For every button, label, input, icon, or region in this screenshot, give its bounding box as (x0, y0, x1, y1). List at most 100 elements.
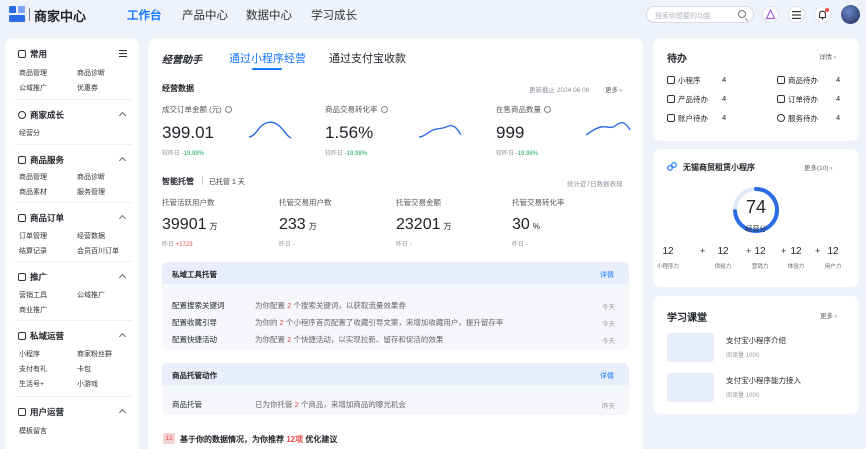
sidebar-item-life[interactable]: 生活号+ (19, 379, 44, 389)
private-icon (18, 332, 26, 340)
sidebar-item-goods-manage[interactable]: 商品管理 (19, 68, 47, 78)
info-icon[interactable] (224, 106, 232, 113)
suggest-text[interactable]: 基于你的数据情况，为你推荐 12项 优化建议 (180, 434, 337, 445)
goods-hosting-detail-link[interactable]: 详情 (600, 371, 614, 381)
course-title[interactable]: 支付宝小程序介绍 (726, 335, 786, 346)
tab-alipay[interactable]: 通过支付宝收款 (329, 50, 406, 66)
sidebar-group-growth[interactable]: 商家成长 (18, 109, 64, 121)
grid-icon (667, 95, 675, 103)
course-reads: 阅读量 1000 (726, 393, 760, 399)
kpi-sub: 较昨日 -19.98% (162, 151, 205, 157)
sidebar-item-goods-diagnose[interactable]: 商品诊断 (77, 68, 105, 78)
list-icon[interactable] (119, 50, 127, 57)
heart-icon (18, 111, 26, 119)
document-icon (18, 156, 26, 164)
brand-logo-icon[interactable] (9, 6, 25, 22)
private-tools-detail-link[interactable]: 详情 (600, 270, 614, 280)
score-part-label: 营销力 (751, 264, 769, 270)
info-icon[interactable] (544, 106, 551, 113)
sidebar-item-goods-material[interactable]: 商品素材 (19, 187, 47, 197)
sidebar-item-coupon[interactable]: 优惠券 (77, 83, 98, 93)
todo-item-goods[interactable]: 商品待办 (777, 75, 818, 86)
sidebar-item-order-manage[interactable]: 订单管理 (19, 231, 47, 241)
sidebar-group-promo[interactable]: 推广 (18, 271, 47, 283)
tool-row-desc: 为你的 2 个小程序首页配置了收藏引导文案，来增加收藏用户，提升留存率 (255, 318, 504, 327)
sidebar-group-common[interactable]: 常用 (18, 48, 47, 60)
sidebar-item-fan-group[interactable]: 商家粉丝群 (77, 349, 112, 359)
sidebar-item-minigame[interactable]: 小游戏 (77, 379, 98, 389)
user-icon (18, 408, 26, 416)
kpi-trend-sparkline (248, 121, 292, 139)
sidebar-item-biz-data[interactable]: 经营数据 (77, 231, 105, 241)
sidebar-item-biz-promo[interactable]: 商业推广 (19, 305, 47, 315)
learning-more-link[interactable]: 更多 › (820, 310, 837, 320)
bell-icon[interactable] (814, 6, 831, 23)
info-icon[interactable] (380, 106, 388, 113)
todo-item-order[interactable]: 订单待办 (777, 94, 818, 105)
sidebar-item-service-manage[interactable]: 服务管理 (77, 187, 105, 197)
sidebar-item-pay-gift[interactable]: 支付有礼 (19, 364, 47, 374)
sidebar-item-goods-manage-2[interactable]: 商品管理 (19, 172, 47, 182)
sidebar-group-users[interactable]: 用户运营 (18, 406, 64, 418)
kpi-label: 商品交易转化率 (325, 104, 388, 115)
hosting-metric-sub: 昨日 - (512, 242, 528, 248)
miniapp-more-link[interactable]: 更多(10) › (804, 162, 833, 172)
learning-panel: 学习课堂 更多 › 支付宝小程序介绍 阅读量 1000 支付宝小程序能力接入 阅… (653, 296, 859, 414)
chevron-up-icon[interactable] (118, 332, 127, 341)
menu-icon[interactable] (788, 6, 805, 23)
chevron-up-icon[interactable] (118, 408, 127, 417)
goods-row-desc: 已为你托管 2 个商品，来增加商品的曝光机会 (255, 400, 406, 409)
sidebar-item-settlement[interactable]: 结算记录 (19, 246, 47, 256)
chevron-up-icon[interactable] (118, 111, 127, 120)
notification-dot (825, 8, 829, 12)
nav-learning[interactable]: 学习成长 (311, 7, 357, 23)
sidebar-item-card[interactable]: 卡包 (77, 364, 91, 374)
sidebar-item-member-orders[interactable]: 会员百川订单 (77, 246, 119, 256)
chevron-up-icon[interactable] (118, 156, 127, 165)
hosting-metric-value: 30% (512, 216, 540, 233)
nav-product-center[interactable]: 产品中心 (182, 7, 228, 23)
score-label: 经营分 (745, 226, 767, 233)
sidebar-group-goods-service[interactable]: 商品服务 (18, 154, 64, 166)
sidebar-item-miniapp[interactable]: 小程序 (19, 349, 40, 359)
score-part-label: 用户力 (824, 264, 842, 270)
course-thumbnail[interactable] (667, 333, 714, 362)
search-input[interactable]: 搜索你想要的功能 (646, 6, 754, 23)
chevron-up-icon[interactable] (118, 273, 127, 282)
tab-miniapp[interactable]: 通过小程序经营 (229, 50, 306, 66)
sidebar-item-public-promo[interactable]: 公域推广 (19, 83, 47, 93)
nav-workbench[interactable]: 工作台 (127, 7, 162, 23)
private-tools-card: 私域工具托管 详情 配置搜索关键词 为你配置 2 个搜索关键词，以获取流量效果券… (162, 262, 629, 350)
sidebar: 常用 商品管理 商品诊断 公域推广 优惠券 商家成长 经营分 商品服务 商品管理… (5, 38, 139, 449)
todo-item-account[interactable]: 账户待办 (667, 113, 708, 124)
sidebar-item-public-promo-2[interactable]: 公域推广 (77, 290, 105, 300)
todo-item-service[interactable]: 服务待办 (777, 113, 818, 124)
score-part-label: 小程序力 (656, 264, 679, 270)
sidebar-item-template[interactable]: 模板留言 (19, 426, 47, 436)
todo-item-product[interactable]: 产品待办 (667, 94, 708, 105)
todo-item-miniapp[interactable]: 小程序 (667, 75, 701, 86)
assistant-icon[interactable] (762, 6, 779, 23)
hosting-metric-label: 托管交易转化率 (512, 198, 565, 207)
nav-data-center[interactable]: 数据中心 (246, 7, 292, 23)
biz-more-link[interactable]: 更多 › (605, 84, 622, 94)
avatar[interactable] (841, 5, 860, 24)
account-icon (667, 114, 675, 122)
sidebar-group-orders[interactable]: 商品订单 (18, 212, 64, 224)
kpi-value: 999 (496, 123, 525, 142)
chevron-up-icon[interactable] (118, 214, 127, 223)
sidebar-item-marketing-tools[interactable]: 营销工具 (19, 290, 47, 300)
course-thumbnail[interactable] (667, 373, 714, 402)
sidebar-item-goods-diagnose-2[interactable]: 商品诊断 (77, 172, 105, 182)
sidebar-divider (15, 320, 132, 321)
sidebar-item-score[interactable]: 经营分 (19, 128, 40, 138)
search-icon[interactable] (738, 10, 746, 18)
course-title[interactable]: 支付宝小程序能力接入 (726, 375, 801, 386)
todo-panel: 待办 详情 › 小程序 4 商品待办 4 产品待办 4 订单待办 4 账户待办 … (653, 38, 859, 141)
todo-detail-link[interactable]: 详情 › (819, 51, 836, 61)
kpi-label: 成交订单金额 (元) (162, 104, 232, 115)
todo-count: 4 (836, 113, 841, 122)
sidebar-group-private[interactable]: 私域运营 (18, 330, 64, 342)
hosting-divider (202, 176, 203, 185)
bag-icon (777, 76, 785, 84)
